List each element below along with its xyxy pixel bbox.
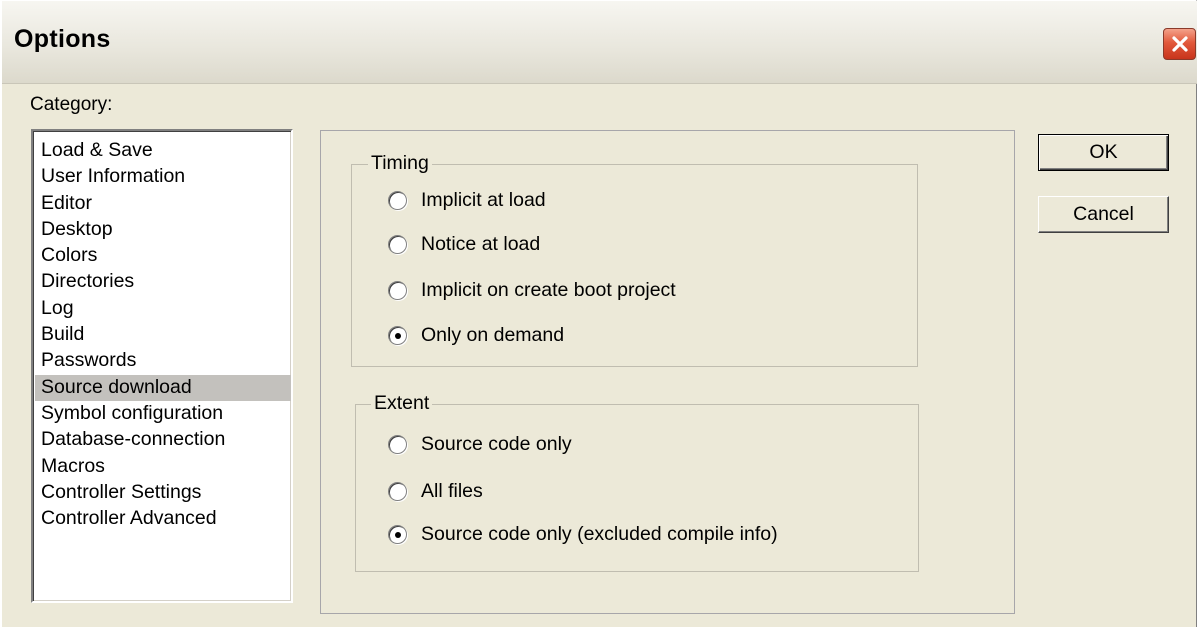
radio-label: Implicit at load <box>421 188 546 211</box>
category-label: Category: <box>30 94 113 115</box>
timing-legend: Timing <box>368 152 432 175</box>
ok-button[interactable]: OK <box>1038 134 1169 171</box>
category-item-database-connection[interactable]: Database-connection <box>35 427 291 453</box>
category-item-editor[interactable]: Editor <box>35 191 291 217</box>
radio-circle[interactable] <box>388 481 407 501</box>
category-item-desktop[interactable]: Desktop <box>35 217 291 243</box>
category-item-build[interactable]: Build <box>35 322 291 348</box>
dialog-title: Options <box>14 25 111 53</box>
extent-legend: Extent <box>371 392 433 415</box>
radio-implicit-at-load[interactable]: Implicit at load <box>388 185 546 215</box>
radio-label: Source code only (excluded compile info) <box>421 522 778 545</box>
radio-notice-at-load[interactable]: Notice at load <box>388 229 540 259</box>
title-bar[interactable]: Options <box>2 1 1197 84</box>
category-item-log[interactable]: Log <box>35 296 291 322</box>
radio-circle[interactable] <box>388 234 407 254</box>
category-item-source-download[interactable]: Source download <box>35 374 291 401</box>
category-item-user-information[interactable]: User Information <box>35 164 291 190</box>
close-button[interactable] <box>1163 28 1196 60</box>
category-item-load-save[interactable]: Load & Save <box>35 138 291 164</box>
radio-all-files[interactable]: All files <box>388 476 483 506</box>
close-icon <box>1171 36 1188 52</box>
category-item-controller-settings[interactable]: Controller Settings <box>35 480 291 506</box>
radio-circle-checked[interactable] <box>388 524 407 544</box>
category-item-symbol-configuration[interactable]: Symbol configuration <box>35 401 291 427</box>
radio-implicit-on-create-boot-project[interactable]: Implicit on create boot project <box>388 275 676 305</box>
category-item-colors[interactable]: Colors <box>35 243 291 269</box>
radio-circle-checked[interactable] <box>388 325 407 345</box>
radio-source-code-only-excluded-compile-info[interactable]: Source code only (excluded compile info) <box>388 519 778 549</box>
radio-label: Source code only <box>421 432 572 455</box>
category-listbox[interactable]: Load & Save User Information Editor Desk… <box>31 129 293 603</box>
category-item-controller-advanced[interactable]: Controller Advanced <box>35 506 291 532</box>
radio-label: Implicit on create boot project <box>421 278 676 301</box>
category-item-passwords[interactable]: Passwords <box>35 348 291 374</box>
radio-label: Notice at load <box>421 232 541 255</box>
radio-circle[interactable] <box>388 434 407 454</box>
category-item-macros[interactable]: Macros <box>35 454 291 480</box>
radio-circle[interactable] <box>388 280 407 300</box>
radio-only-on-demand[interactable]: Only on demand <box>388 320 564 350</box>
category-item-directories[interactable]: Directories <box>35 269 291 295</box>
radio-circle[interactable] <box>388 190 407 210</box>
cancel-button[interactable]: Cancel <box>1038 196 1169 233</box>
options-dialog: Options Category: Load & Save User Infor… <box>0 0 1197 627</box>
radio-source-code-only[interactable]: Source code only <box>388 429 572 459</box>
radio-label: All files <box>421 479 483 502</box>
radio-label: Only on demand <box>421 323 565 346</box>
